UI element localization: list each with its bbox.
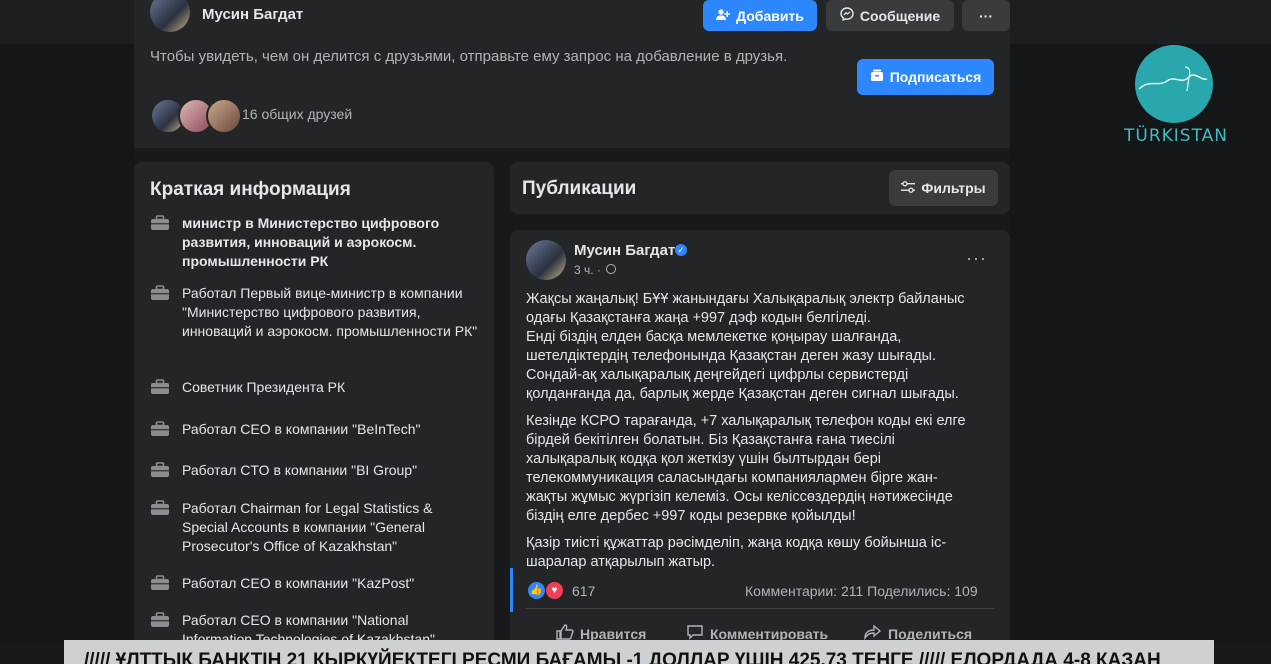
filters-button[interactable]: Фильтры [889, 170, 998, 206]
messenger-icon [840, 7, 854, 24]
intro-item-text: Советник Президента РК [182, 379, 346, 395]
channel-logo-text: TÜRKISTAN [1124, 126, 1229, 146]
love-reaction-icon: ♥ [546, 582, 563, 599]
briefcase-icon [150, 421, 170, 437]
intro-title: Краткая информация [150, 179, 351, 200]
message-label: Сообщение [859, 7, 941, 24]
intro-item: министр в Министерство цифрового развити… [150, 214, 480, 271]
logo-map-icon [1138, 66, 1208, 92]
post-divider [526, 608, 994, 609]
friend-request-notice: Чтобы увидеть, чем он делится с друзьями… [150, 48, 788, 65]
news-ticker: ///// ҰЛТТЫҚ БАНКТІҢ 21 ҚЫРКҮЙЕКТЕГІ РЕС… [64, 640, 1214, 664]
intro-item: Советник Президента РК [150, 378, 480, 397]
briefcase-icon [150, 462, 170, 478]
post-author-name[interactable]: Мусин Багдат [574, 242, 675, 259]
briefcase-icon [150, 215, 170, 231]
globe-icon [606, 264, 616, 274]
like-reaction-icon: 👍 [528, 582, 545, 599]
profile-name[interactable]: Мусин Багдат [202, 6, 303, 23]
intro-item-text: Работал CEO в компании "KazPost" [182, 575, 415, 591]
post-more-button[interactable]: ··· [966, 248, 987, 269]
intro-item-text: Работал CEO в компании "BeInTech" [182, 421, 421, 437]
briefcase-icon [150, 379, 170, 395]
focus-edge [510, 568, 513, 612]
post-paragraph: Қазір тиісті құжаттар рәсімделіп, жаңа к… [526, 535, 947, 570]
filters-label: Фильтры [921, 180, 986, 196]
intro-item-text: Работал Первый вице-министр в компании "… [182, 285, 478, 339]
publications-title: Публикации [522, 178, 637, 199]
mutual-friend-avatar[interactable] [206, 98, 242, 134]
briefcase-icon [150, 500, 170, 516]
add-user-icon [716, 8, 731, 24]
post-timestamp[interactable]: 3 ч. · [574, 263, 601, 277]
intro-item: Работал Первый вице-министр в компании "… [150, 284, 480, 341]
subscribe-label: Подписаться [889, 69, 982, 85]
briefcase-icon [150, 285, 170, 301]
mutual-friends-link[interactable]: 16 общих друзей [242, 106, 352, 122]
post-paragraph: Жақсы жаңалық! БҰҰ жанындағы Халықаралық… [526, 291, 965, 402]
intro-item: Работал Chairman for Legal Statistics & … [150, 499, 480, 556]
reaction-count[interactable]: 617 [572, 583, 595, 599]
subscribe-icon [870, 69, 884, 85]
post-paragraph: Кезінде КСРО тарағанда, +7 халықаралық т… [526, 413, 966, 524]
left-background [0, 44, 134, 644]
profile-more-button[interactable]: ··· [962, 0, 1010, 31]
message-button[interactable]: Сообщение [826, 0, 954, 31]
post-stats[interactable]: Комментарии: 211 Поделились: 109 [745, 583, 978, 599]
verified-icon: ✓ [675, 244, 687, 256]
intro-item: Работал CEO в компании "KazPost" [150, 574, 480, 593]
intro-item-text: министр в Министерство цифрового развити… [182, 215, 440, 269]
briefcase-icon [150, 575, 170, 591]
subscribe-button[interactable]: Подписаться [857, 59, 994, 95]
more-icon: ··· [979, 7, 993, 24]
intro-item: Работал CEO в компании "BeInTech" [150, 420, 480, 439]
post-author-avatar[interactable] [526, 240, 566, 280]
add-friend-button[interactable]: Добавить [703, 0, 817, 31]
intro-item-text: Работал Chairman for Legal Statistics & … [182, 500, 433, 554]
channel-logo [1135, 45, 1213, 123]
intro-item: Работал CTO в компании "BI Group" [150, 461, 480, 480]
ticker-text: ///// ҰЛТТЫҚ БАНКТІҢ 21 ҚЫРКҮЙЕКТЕГІ РЕС… [84, 650, 1161, 664]
briefcase-icon [150, 612, 170, 628]
filters-icon [901, 180, 916, 196]
add-friend-label: Добавить [736, 7, 804, 24]
intro-item-text: Работал CTO в компании "BI Group" [182, 462, 418, 478]
